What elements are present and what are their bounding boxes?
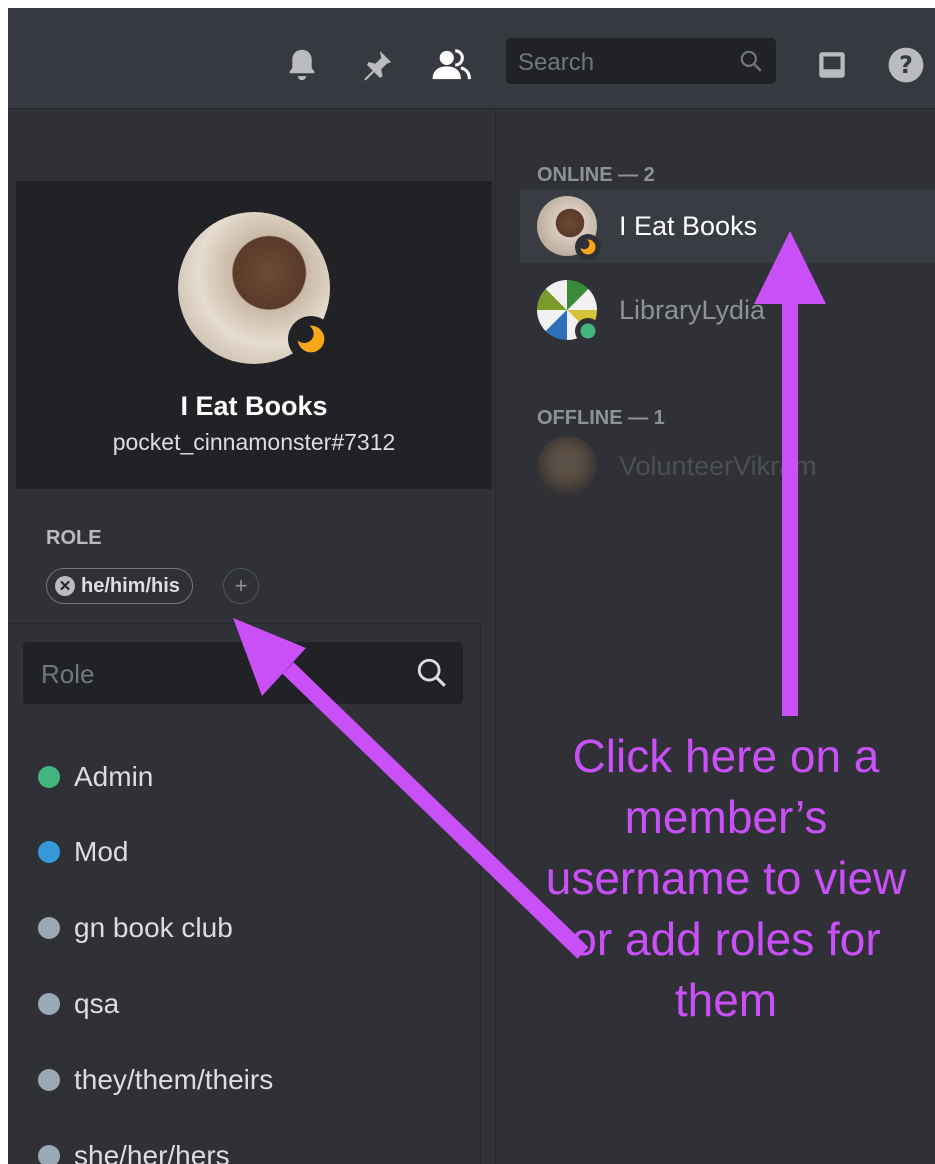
annotation-text: Click here on a member’s username to vie… [545, 730, 907, 1026]
discord-window: Search ? I Eat Books pocket_cinnamonster… [8, 8, 935, 1164]
arrow-up-head [754, 231, 826, 304]
